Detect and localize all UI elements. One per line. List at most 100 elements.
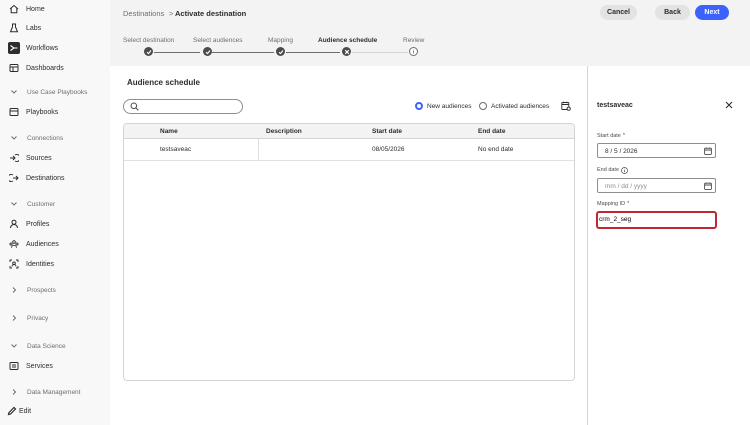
step-info-dot — [409, 47, 418, 56]
mapping-id-value: crm_2_seg — [599, 216, 632, 223]
breadcrumb-separator: > — [169, 9, 174, 18]
sidebar: Home Labs Workflows Dashboards Use Case … — [0, 0, 110, 425]
labs-icon — [8, 22, 20, 34]
info-icon[interactable] — [621, 167, 628, 174]
step-label-review: Review — [403, 37, 425, 44]
start-date-label: Start date * — [597, 133, 625, 139]
chevron-right-icon — [10, 313, 18, 323]
end-date-label: End date — [597, 167, 620, 173]
end-date-field[interactable]: mm / dd / yyyy — [597, 178, 716, 193]
step-label-select-audiences: Select audiences — [193, 37, 243, 44]
radio-unselected[interactable] — [479, 102, 487, 110]
section-label: Data Science — [27, 342, 66, 350]
mapping-id-label: Mapping ID * — [597, 201, 630, 207]
services-icon — [8, 360, 20, 372]
sources-icon — [8, 152, 20, 164]
required-indicator: * — [622, 133, 625, 139]
radio-activated-audiences[interactable]: Activated audiences — [479, 102, 549, 110]
radio-label: New audiences — [427, 102, 472, 110]
section-connections[interactable]: Connections — [0, 131, 110, 145]
section-label: Privacy — [27, 314, 49, 322]
chevron-right-icon — [10, 285, 18, 295]
mapping-id-field[interactable]: crm_2_seg — [596, 211, 717, 229]
current-step-icon — [344, 49, 349, 54]
section-prospects[interactable]: Prospects — [0, 283, 110, 297]
sidebar-item-workflows[interactable]: Workflows — [0, 39, 110, 57]
step-label-mapping: Mapping — [268, 37, 293, 44]
table-row[interactable]: testsaveac 08/05/2026 No end date — [124, 139, 574, 161]
section-label: Use Case Playbooks — [27, 88, 88, 96]
section-data-science[interactable]: Data Science — [0, 339, 110, 353]
info-icon — [413, 49, 414, 54]
step-label-audience-schedule: Audience schedule — [318, 37, 378, 44]
content-panel: Audience schedule New audiences Activate… — [110, 66, 750, 425]
sidebar-item-playbooks[interactable]: Playbooks — [0, 103, 110, 121]
step-connector — [352, 52, 408, 53]
sidebar-item-audiences[interactable]: Audiences — [0, 235, 110, 253]
cancel-button[interactable]: Cancel — [600, 5, 637, 20]
section-label: Data Management — [27, 388, 81, 396]
sidebar-item-labs[interactable]: Labs — [0, 19, 110, 37]
end-date-placeholder: mm / dd / yyyy — [605, 183, 647, 190]
checkmark-icon — [278, 49, 283, 54]
sidebar-item-profiles[interactable]: Profiles — [0, 215, 110, 233]
column-header-name[interactable]: Name — [160, 128, 178, 135]
step-current-dot — [342, 47, 351, 56]
sidebar-item-label: Identities — [26, 260, 55, 268]
chevron-down-icon — [10, 199, 18, 209]
column-header-end-date[interactable]: End date — [478, 128, 505, 135]
edit-button[interactable]: Edit — [0, 402, 110, 420]
sidebar-item-label: Labs — [26, 24, 42, 32]
search-icon — [130, 102, 139, 111]
main-area: Destinations > Activate destination Canc… — [110, 0, 750, 425]
checkmark-icon — [205, 49, 210, 54]
step-connector — [286, 52, 340, 53]
page-title: Audience schedule — [127, 78, 200, 87]
calendar-settings-icon[interactable] — [561, 101, 571, 111]
destinations-icon — [8, 172, 20, 184]
section-privacy[interactable]: Privacy — [0, 311, 110, 325]
sidebar-item-label: Dashboards — [26, 64, 64, 72]
details-panel: testsaveac Start date * 8 / 5 / 2026 End … — [587, 66, 750, 425]
chevron-down-icon — [10, 133, 18, 143]
section-label: Customer — [27, 200, 56, 208]
radio-selected[interactable] — [415, 102, 423, 110]
sidebar-item-label: Profiles — [26, 220, 50, 228]
section-use-case-playbooks[interactable]: Use Case Playbooks — [0, 85, 110, 99]
next-button[interactable]: Next — [695, 5, 729, 20]
details-title: testsaveac — [597, 102, 633, 109]
radio-label: Activated audiences — [491, 102, 550, 110]
section-customer[interactable]: Customer — [0, 197, 110, 211]
radio-new-audiences[interactable]: New audiences — [415, 102, 471, 110]
close-icon[interactable] — [725, 101, 733, 109]
column-header-description[interactable]: Description — [266, 128, 302, 135]
pencil-icon — [6, 405, 18, 417]
sidebar-item-sources[interactable]: Sources — [0, 149, 110, 167]
back-button[interactable]: Back — [655, 5, 690, 20]
cell-end-date: No end date — [478, 146, 514, 153]
sidebar-item-label: Playbooks — [26, 108, 59, 116]
sidebar-item-home[interactable]: Home — [0, 0, 110, 18]
sidebar-item-dashboards[interactable]: Dashboards — [0, 59, 110, 77]
sidebar-item-identities[interactable]: Identities — [0, 255, 110, 273]
search-input[interactable] — [123, 99, 243, 114]
sidebar-item-destinations[interactable]: Destinations — [0, 169, 110, 187]
sidebar-item-services[interactable]: Services — [0, 357, 110, 375]
calendar-icon[interactable] — [704, 147, 712, 155]
identities-icon — [8, 258, 20, 270]
step-connector — [212, 52, 274, 53]
workflows-icon — [8, 42, 20, 54]
start-date-field[interactable]: 8 / 5 / 2026 — [597, 143, 716, 158]
step-connector — [154, 52, 200, 53]
sidebar-item-label: Workflows — [26, 44, 59, 52]
start-date-value: 8 / 5 / 2026 — [605, 148, 638, 155]
section-data-management[interactable]: Data Management — [0, 385, 110, 399]
step-done-dot — [144, 47, 153, 56]
calendar-icon[interactable] — [704, 182, 712, 190]
required-indicator: * — [627, 201, 630, 207]
home-icon — [8, 3, 20, 15]
column-header-start-date[interactable]: Start date — [372, 128, 402, 135]
sidebar-item-label: Sources — [26, 154, 52, 162]
sidebar-item-label: Destinations — [26, 174, 65, 182]
breadcrumb-destinations[interactable]: Destinations — [123, 9, 164, 18]
